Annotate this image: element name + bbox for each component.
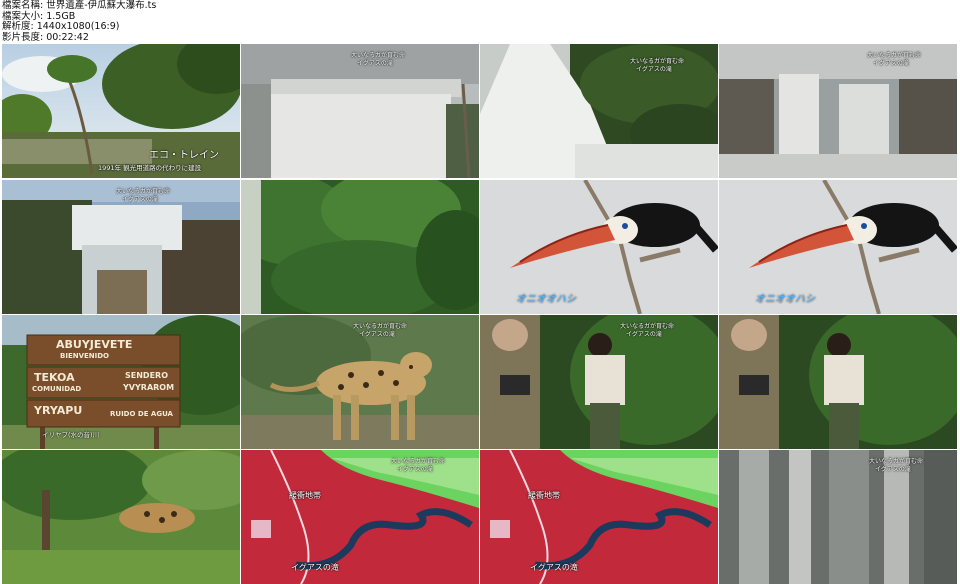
map-label-falls: イグアスの滝 [530, 563, 578, 572]
species-label: オニオオハシ [755, 294, 815, 305]
caption-main: エコ・トレイン [149, 150, 219, 161]
thumbnail-1[interactable]: エコ・トレイン 1991年 観光用道路の代わりに建設 [2, 44, 240, 178]
title-line-2: イグアスの滝 [636, 66, 672, 73]
thumbnail-16[interactable]: 大いなるガが育む命 イグアスの滝 [719, 450, 957, 584]
title-line-2: イグアスの滝 [357, 60, 393, 67]
satellite-map [241, 450, 479, 584]
thumbnail-6[interactable] [241, 180, 479, 314]
caption-main: イリヤプ(水の音)川 [42, 431, 100, 439]
title-line-2: イグアスの滝 [359, 331, 395, 338]
thumbnail-5[interactable]: 大いなるガが育む命 イグアスの滝 [2, 180, 240, 314]
title-line-2: イグアスの滝 [397, 466, 433, 473]
canyon-falls-scene [2, 180, 240, 314]
title-line-2: イグアスの滝 [875, 466, 911, 473]
sign-line-4: COMUNIDAD [32, 385, 82, 393]
thumbnail-9[interactable]: ABUYJEVETE BIENVENIDO TEKOA COMUNIDAD SE… [2, 315, 240, 449]
thumbnail-grid: エコ・トレイン 1991年 観光用道路の代わりに建設 大いなるガが育む命 イグア… [0, 42, 960, 584]
tree-canopy-scene [241, 180, 479, 314]
map-label-buffer: 緩衝地帯 [528, 491, 560, 500]
thumbnail-4[interactable]: 大いなるガが育む命 イグアスの滝 [719, 44, 957, 178]
sign-line-2: BIENVENIDO [60, 352, 110, 360]
waterfall-closeup-scene [719, 450, 957, 584]
file-info-header: 檔案名稱: 世界遺產-伊瓜蘇大瀑布.ts 檔案大小: 1.5GB 解析度: 14… [2, 0, 302, 43]
species-label: オニオオハシ [516, 294, 576, 305]
thumbnail-2[interactable]: 大いなるガが育む命 イグアスの滝 [241, 44, 479, 178]
researchers-forest-scene [719, 315, 957, 449]
satellite-map [480, 450, 718, 584]
title-line-2: イグアスの滝 [626, 331, 662, 338]
file-name: 檔案名稱: 世界遺產-伊瓜蘇大瀑布.ts [2, 0, 157, 11]
researchers-forest-scene [480, 315, 718, 449]
sign-line-3: TEKOA [34, 371, 75, 384]
thumbnail-13[interactable] [2, 450, 240, 584]
title-line-2: イグアスの滝 [122, 196, 158, 203]
caption-sub: 1991年 観光用道路の代わりに建設 [98, 164, 202, 172]
title-line-2: イグアスの滝 [873, 60, 909, 67]
thumbnail-7[interactable]: オニオオハシ [480, 180, 718, 314]
map-label-buffer: 緩衝地帯 [289, 491, 321, 500]
thumbnail-14[interactable]: 緩衝地帯 イグアスの滝 大いなるガが育む命 イグアスの滝 [241, 450, 479, 584]
sign-line-6: YVYRAROM [123, 383, 175, 392]
thumbnail-10[interactable]: 大いなるガが育む命 イグアスの滝 [241, 315, 479, 449]
map-label-falls: イグアスの滝 [291, 563, 339, 572]
sign-line-5: SENDERO [125, 371, 168, 380]
thumbnail-15[interactable]: 緩衝地帯 イグアスの滝 [480, 450, 718, 584]
sign-line-8: RUIDO DE AGUA [110, 410, 173, 418]
thumbnail-8[interactable]: オニオオハシ [719, 180, 957, 314]
sign-line-1: ABUYJEVETE [56, 338, 133, 351]
thumbnail-11[interactable]: 大いなるガが育む命 イグアスの滝 [480, 315, 718, 449]
sign-line-7: YRYAPU [34, 404, 83, 417]
grey-falls-scene [719, 44, 957, 178]
thumbnail-12[interactable] [719, 315, 957, 449]
thumbnail-3[interactable]: 大いなるガが育む命 イグアスの滝 [480, 44, 718, 178]
jaguar-grass-scene [2, 450, 240, 584]
